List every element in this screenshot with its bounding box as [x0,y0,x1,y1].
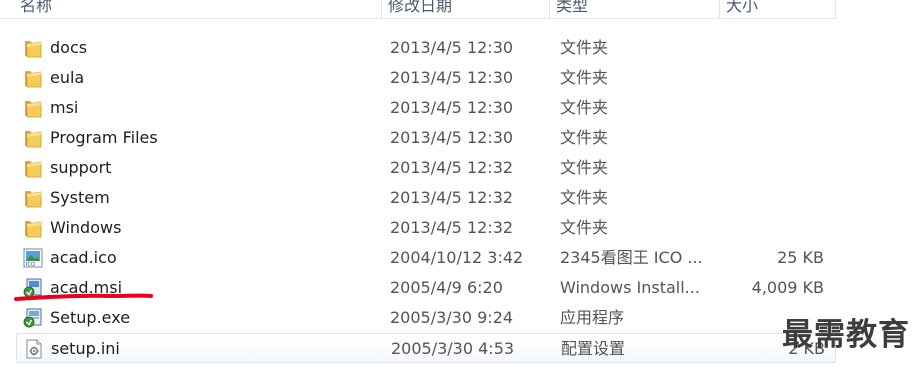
file-name: Setup.exe [50,308,131,327]
watermark-logo-text: 最需教育 [782,317,910,353]
file-type: 应用程序 [560,308,625,327]
file-type: Windows Install... [560,278,700,297]
file-size [722,93,824,123]
ico-file-icon: ICO [22,247,44,269]
red-underline-annotation [14,293,153,301]
folder-icon [22,157,44,179]
file-name: acad.ico [50,248,117,267]
file-size: 4,009 KB [751,278,824,297]
ini-file-icon [23,338,45,360]
file-date-modified: 2004/10/12 3:42 [390,248,524,267]
folder-icon [22,127,44,149]
svg-text:ICO: ICO [26,262,35,268]
file-type: 文件夹 [560,158,609,177]
folder-icon [22,67,44,89]
file-row[interactable]: support 2013/4/5 12:32 文件夹 [16,153,836,183]
file-row[interactable]: ICO acad.ico 2004/10/12 3:42 2345看图王 ICO ..… [16,243,836,273]
file-type: 文件夹 [560,38,609,57]
file-name: setup.ini [51,339,120,358]
file-date-modified: 2013/4/5 12:30 [390,38,514,57]
folder-icon [22,187,44,209]
file-row[interactable]: Setup.exe 2005/3/30 9:24 应用程序 [16,303,836,333]
file-name: Program Files [50,128,158,147]
file-type: 文件夹 [560,98,609,117]
column-header-bar: 名称 修改日期 类型 大小 [0,0,836,19]
file-size: 25 KB [777,248,824,267]
file-name: System [50,188,110,207]
file-name: docs [50,38,88,57]
file-date-modified: 2013/4/5 12:32 [390,158,514,177]
folder-icon [22,37,44,59]
file-size [722,123,824,153]
file-name: Windows [50,218,122,237]
file-date-modified: 2005/3/30 9:24 [390,308,514,327]
file-date-modified: 2013/4/5 12:32 [390,188,514,207]
file-date-modified: 2005/3/30 4:53 [391,339,515,358]
file-size [722,153,824,183]
column-header-date-modified[interactable]: 修改日期 [384,0,550,18]
column-header-name[interactable]: 名称 [16,0,382,18]
setup-exe-icon [22,307,44,329]
file-type: 文件夹 [560,68,609,87]
file-name: eula [50,68,85,87]
file-row[interactable]: setup.ini 2005/3/30 4:53 配置设置 2 KB [16,333,836,363]
file-type: 文件夹 [560,128,609,147]
file-date-modified: 2013/4/5 12:30 [390,98,514,117]
file-row[interactable]: System 2013/4/5 12:32 文件夹 [16,183,836,213]
file-type: 2345看图王 ICO ... [560,248,703,267]
folder-icon [22,97,44,119]
file-row[interactable]: msi 2013/4/5 12:30 文件夹 [16,93,836,123]
file-row[interactable]: Windows 2013/4/5 12:32 文件夹 [16,213,836,243]
file-date-modified: 2013/4/5 12:32 [390,218,514,237]
file-row[interactable]: eula 2013/4/5 12:30 文件夹 [16,63,836,93]
file-size [722,183,824,213]
file-row[interactable]: Program Files 2013/4/5 12:30 文件夹 [16,123,836,153]
file-type: 文件夹 [560,188,609,207]
file-name: msi [50,98,79,117]
file-size [722,63,824,93]
file-row[interactable]: docs 2013/4/5 12:30 文件夹 [16,33,836,63]
file-date-modified: 2013/4/5 12:30 [390,68,514,87]
file-date-modified: 2013/4/5 12:30 [390,128,514,147]
column-header-size[interactable]: 大小 [722,0,836,18]
column-header-type[interactable]: 类型 [552,0,720,18]
file-size [722,213,824,243]
file-size [722,33,824,63]
file-date-modified: 2005/4/9 6:20 [390,278,503,297]
folder-icon [22,217,44,239]
file-type: 配置设置 [561,339,626,358]
file-type: 文件夹 [560,218,609,237]
file-name: support [50,158,112,177]
